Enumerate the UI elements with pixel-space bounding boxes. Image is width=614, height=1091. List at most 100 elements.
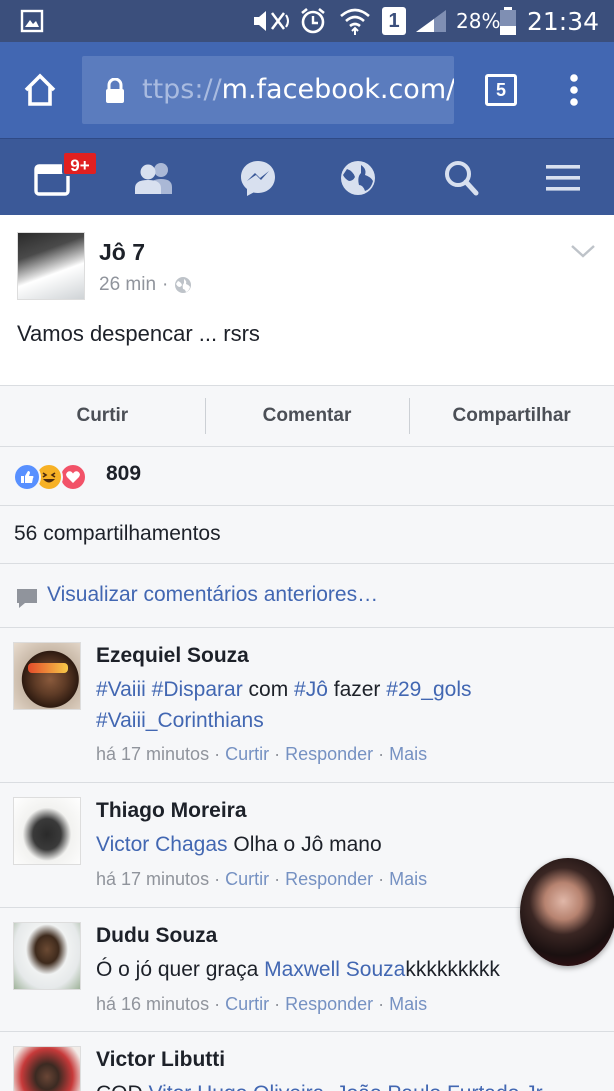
battery-percent: 28% [456, 9, 501, 33]
hamburger-menu-icon [546, 164, 580, 191]
comment-reply-link[interactable]: Responder [285, 744, 373, 764]
comment-like-link[interactable]: Curtir [225, 994, 269, 1014]
comment-text-part: Olha o Jô mano [227, 833, 382, 856]
url-bar[interactable]: ttps://m.facebook.com/s [82, 56, 454, 124]
commenter-avatar[interactable] [13, 922, 81, 990]
wifi-icon [338, 0, 372, 42]
comment-bubble-icon [17, 589, 37, 608]
comment-item: Thiago Moreira Victor Chagas Olha o Jô m… [0, 783, 614, 908]
menu-tab[interactable] [540, 139, 586, 216]
shares-count: 56 compartilhamentos [14, 522, 221, 545]
comment-text: Ó o jó quer graça Maxwell Souzakkkkkkkkk [96, 954, 596, 985]
post-text: Vamos despencar ... rsrs [17, 321, 260, 346]
search-tab[interactable] [438, 139, 484, 216]
hashtag-link[interactable]: #Disparar [152, 678, 243, 701]
messenger-icon [241, 160, 275, 196]
tab-count-button[interactable]: 5 [485, 74, 517, 106]
commenter-name[interactable]: Dudu Souza [96, 924, 217, 948]
comment-reply-link[interactable]: Responder [285, 994, 373, 1014]
like-button[interactable]: Curtir [0, 386, 205, 446]
meta-separator: · [269, 869, 286, 889]
alarm-icon [298, 0, 328, 42]
mention-link[interactable]: Victor Chagas [96, 833, 228, 856]
hashtag-link[interactable]: #Vaiii [96, 678, 146, 701]
sim-label: 1 [382, 7, 406, 35]
chevron-down-icon[interactable] [570, 243, 596, 264]
comment-more-link[interactable]: Mais [389, 869, 427, 889]
comment-text-part: Ó o jó quer graça [96, 958, 265, 981]
comment-text: #Vaiii #Disparar com #Jô fazer #29_gols … [96, 674, 596, 736]
comment-text: COD Vitor Hugo Oliveira, João Paulo Furt… [96, 1078, 596, 1091]
hashtag-link[interactable]: #Vaiii_Corinthians [96, 709, 264, 732]
browser-toolbar: ttps://m.facebook.com/s 5 [0, 42, 614, 138]
comment-time[interactable]: há 17 minutos [96, 744, 209, 764]
comment-meta: há 17 minutos · Curtir · Responder · Mai… [96, 869, 427, 890]
hashtag-link[interactable]: #Jô [294, 678, 328, 701]
post-meta: 26 min · [99, 274, 192, 296]
signal-icon [414, 0, 448, 42]
author-avatar[interactable] [17, 232, 85, 300]
clock: 21:34 [527, 6, 600, 36]
meta-separator: · [269, 744, 286, 764]
commenter-avatar[interactable] [13, 642, 81, 710]
feed-tab[interactable]: 9+ [22, 139, 98, 216]
like-reaction-icon [13, 463, 41, 491]
hashtag-link[interactable]: #29_gols [386, 678, 471, 701]
comment-time[interactable]: há 17 minutos [96, 869, 209, 889]
comment-button[interactable]: Comentar [204, 386, 410, 446]
comment-like-link[interactable]: Curtir [225, 869, 269, 889]
commenter-name[interactable]: Ezequiel Souza [96, 644, 249, 668]
meta-separator: · [209, 869, 226, 889]
share-button[interactable]: Compartilhar [409, 386, 614, 446]
notifications-tab[interactable] [334, 139, 382, 216]
commenter-avatar[interactable] [13, 1046, 81, 1091]
sim-icon: 1 [382, 0, 406, 42]
commenter-avatar[interactable] [13, 797, 81, 865]
comment-item: Ezequiel Souza #Vaiii #Disparar com #Jô … [0, 628, 614, 783]
meta-separator: · [373, 744, 390, 764]
love-reaction-icon [59, 463, 87, 491]
meta-separator: · [373, 869, 390, 889]
comment-meta: há 17 minutos · Curtir · Responder · Mai… [96, 744, 427, 765]
meta-separator: · [269, 994, 286, 1014]
facebook-nav-bar: 9+ [0, 138, 614, 215]
shares-row[interactable]: 56 compartilhamentos [0, 506, 614, 564]
comment-time[interactable]: há 16 minutos [96, 994, 209, 1014]
commenter-name[interactable]: Thiago Moreira [96, 799, 247, 823]
status-bar: 1 28% 21:34 [0, 0, 614, 42]
post-time[interactable]: 26 min [99, 274, 156, 296]
messenger-chat-head[interactable] [520, 858, 614, 966]
mention-link[interactable]: Vitor Hugo Oliveira, João Paulo Furtado … [149, 1082, 543, 1091]
mention-link[interactable]: Maxwell Souza [264, 958, 405, 981]
meta-separator: · [209, 994, 226, 1014]
public-globe-icon [175, 277, 192, 293]
comment-text-part: kkkkkkkkk [405, 958, 500, 981]
url-text: ttps://m.facebook.com/s [142, 56, 454, 124]
meta-separator: · [162, 274, 169, 295]
meta-separator: · [209, 744, 226, 764]
view-previous-comments[interactable]: Visualizar comentários anteriores… [0, 564, 614, 628]
comment-more-link[interactable]: Mais [389, 994, 427, 1014]
post-card: Jô 7 26 min · Vamos despencar ... rsrs [0, 215, 614, 385]
sunglasses-detail [28, 663, 68, 673]
comment-text-part: com [242, 678, 295, 701]
post-actions-bar: Curtir Comentar Compartilhar [0, 385, 614, 447]
reactions-row[interactable]: 809 [0, 447, 614, 506]
commenter-name[interactable]: Victor Libutti [96, 1048, 225, 1072]
post-author-name[interactable]: Jô 7 [99, 239, 145, 266]
url-domain: m.facebook.com/ [221, 74, 454, 105]
globe-icon [341, 160, 375, 195]
comment-reply-link[interactable]: Responder [285, 869, 373, 889]
comment-more-link[interactable]: Mais [389, 744, 427, 764]
url-scheme: ttps:// [142, 74, 222, 105]
comment-text-part: fazer [327, 678, 387, 701]
battery-icon [499, 0, 517, 42]
comment-text-part: COD [96, 1082, 149, 1091]
comment-like-link[interactable]: Curtir [225, 744, 269, 764]
search-icon [445, 160, 479, 195]
home-icon[interactable] [20, 70, 60, 110]
comment-text: Victor Chagas Olha o Jô mano [96, 829, 596, 860]
messenger-tab[interactable] [232, 139, 284, 216]
friends-tab[interactable] [128, 139, 180, 216]
more-vert-icon[interactable] [562, 70, 586, 110]
